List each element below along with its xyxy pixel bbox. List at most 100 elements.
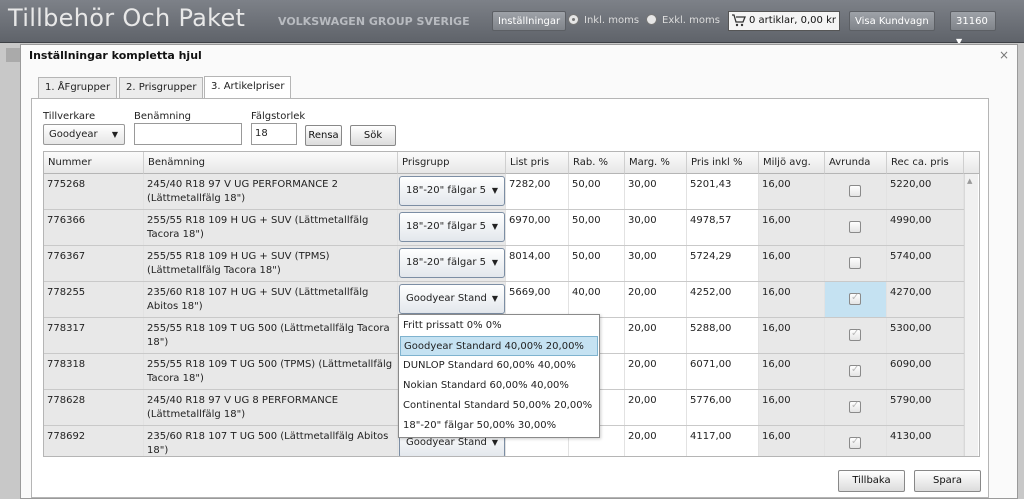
cell-name: 255/55 R18 109 H UG + SUV (Lättmetallfäl… — [144, 210, 398, 245]
app-header: Tillbehör Och Paket VOLKSWAGEN GROUP SVE… — [0, 0, 1024, 46]
col-header-discount[interactable]: Rab. % — [569, 152, 625, 174]
rim-size-input[interactable]: 18 — [251, 123, 297, 145]
clear-button[interactable]: Rensa — [305, 125, 342, 146]
col-header-list-price[interactable]: List pris — [506, 152, 569, 174]
cell-name: 245/40 R18 97 V UG PERFORMANCE 2 (Lättme… — [144, 174, 398, 209]
back-button[interactable]: Tillbaka — [838, 470, 905, 492]
col-header-rounding[interactable]: Avrunda — [825, 152, 887, 174]
cell-name: 245/40 R18 97 V UG 8 PERFORMANCE (Lättme… — [144, 390, 398, 425]
table-row[interactable]: 778255 235/60 R18 107 H UG + SUV (Lättmet… — [44, 282, 964, 318]
cell-margin: 20,00 — [625, 426, 687, 456]
cell-price-group[interactable]: 18"-20" fälgar 5 ▼ — [398, 174, 506, 209]
grid-scrollbar[interactable]: ▲ — [964, 174, 978, 456]
cell-price-incl: 4117,00 — [687, 426, 759, 456]
cell-price-incl: 5201,43 — [687, 174, 759, 209]
dropdown-option[interactable]: Goodyear Standard 40,00% 20,00% — [400, 336, 598, 356]
rounding-checkbox[interactable] — [849, 327, 861, 341]
cell-price-group[interactable]: 18"-20" fälgar 5 ▼ — [398, 246, 506, 281]
incl-vat-label: Inkl. moms — [584, 15, 640, 26]
cell-rounding[interactable] — [825, 174, 887, 209]
rounding-checkbox[interactable] — [849, 221, 861, 233]
dropdown-option[interactable]: Fritt prissatt 0% 0% — [400, 316, 598, 336]
cell-rounding[interactable] — [825, 354, 887, 389]
scroll-up-icon[interactable]: ▲ — [967, 177, 972, 185]
col-header-number[interactable]: Nummer — [44, 152, 144, 174]
col-header-margin[interactable]: Marg. % — [625, 152, 687, 174]
cell-rounding[interactable] — [825, 318, 887, 353]
rounding-checkbox[interactable] — [849, 363, 861, 377]
show-cart-button[interactable]: Visa Kundvagn — [849, 11, 935, 31]
cell-env-fee: 16,00 — [759, 354, 825, 389]
tab-price-groups[interactable]: 2. Prisgrupper — [119, 77, 204, 98]
cell-margin: 30,00 — [625, 246, 687, 281]
tab-article-prices[interactable]: 3. Artikelpriser — [204, 76, 292, 98]
cell-rounding[interactable] — [825, 246, 887, 281]
cell-margin: 30,00 — [625, 174, 687, 209]
rounding-checkbox[interactable] — [849, 185, 861, 197]
save-button[interactable]: Spara — [914, 470, 981, 492]
cell-discount: 50,00 — [569, 174, 625, 209]
col-header-rec-price[interactable]: Rec ca. pris — [887, 152, 964, 174]
cell-number: 776366 — [44, 210, 144, 245]
col-header-name[interactable]: Benämning — [144, 152, 398, 174]
dealer-select[interactable]: 31160 ▼ — [950, 11, 996, 46]
table-row[interactable]: 776367 255/55 R18 109 H UG + SUV (TPMS) (… — [44, 246, 964, 282]
dropdown-option[interactable]: Continental Standard 50,00% 20,00% — [400, 396, 598, 416]
dropdown-option[interactable]: Nokian Standard 60,00% 40,00% — [400, 376, 598, 396]
cell-discount: 40,00 — [569, 282, 625, 317]
cell-rounding[interactable] — [825, 282, 887, 317]
table-row[interactable]: 775268 245/40 R18 97 V UG PERFORMANCE 2 (… — [44, 174, 964, 210]
price-group-select[interactable]: 18"-20" fälgar 5 ▼ — [399, 248, 505, 278]
close-icon[interactable]: × — [999, 48, 1009, 62]
rounding-checkbox[interactable] — [849, 435, 861, 449]
dropdown-option[interactable]: DUNLOP Standard 60,00% 40,00% — [400, 356, 598, 376]
price-group-select[interactable]: 18"-20" fälgar 5 ▼ — [399, 212, 505, 242]
cell-number: 775268 — [44, 174, 144, 209]
excl-vat-radio[interactable] — [646, 14, 657, 25]
cell-margin: 30,00 — [625, 210, 687, 245]
cart-summary[interactable]: 0 artiklar, 0,00 kr — [728, 11, 840, 31]
rounding-checkbox[interactable] — [849, 291, 861, 305]
chevron-down-icon: ▼ — [491, 186, 498, 195]
manufacturer-label: Tillverkare — [43, 111, 96, 122]
cell-price-incl: 5724,29 — [687, 246, 759, 281]
price-group-value: Goodyear Stand — [406, 293, 487, 304]
cell-price-group[interactable]: 18"-20" fälgar 5 ▼ — [398, 210, 506, 245]
chevron-down-icon: ▼ — [491, 258, 498, 267]
cell-price-incl: 4978,57 — [687, 210, 759, 245]
manufacturer-value: Goodyear — [49, 129, 98, 140]
cell-discount: 50,00 — [569, 246, 625, 281]
cell-rounding[interactable] — [825, 210, 887, 245]
dialog-title: Inställningar kompletta hjul — [29, 49, 202, 62]
dropdown-option[interactable]: 18"-20" fälgar 50,00% 30,00% — [400, 416, 598, 436]
price-group-value: Goodyear Stand — [406, 437, 487, 448]
cell-price-incl: 5288,00 — [687, 318, 759, 353]
cell-list-price: 8014,00 — [506, 246, 569, 281]
cell-price-group[interactable]: Goodyear Stand ▼ — [398, 282, 506, 317]
manufacturer-select[interactable]: Goodyear ▼ — [43, 124, 125, 145]
price-group-dropdown-list: Fritt prissatt 0% 0% Goodyear Standard 40… — [398, 314, 600, 438]
cell-rounding[interactable] — [825, 426, 887, 456]
table-row[interactable]: 776366 255/55 R18 109 H UG + SUV (Lättmet… — [44, 210, 964, 246]
cell-number: 778318 — [44, 354, 144, 389]
rounding-checkbox[interactable] — [849, 257, 861, 269]
cell-rounding[interactable] — [825, 390, 887, 425]
incl-vat-radio[interactable] — [568, 14, 579, 25]
cell-name: 255/55 R18 109 T UG 500 (TPMS) (Lättmeta… — [144, 354, 398, 389]
cell-price-incl: 4252,00 — [687, 282, 759, 317]
col-header-env-fee[interactable]: Miljö avg. — [759, 152, 825, 174]
col-header-price-group[interactable]: Prisgrupp — [398, 152, 506, 174]
cell-margin: 20,00 — [625, 390, 687, 425]
cell-name: 235/60 R18 107 T UG 500 (Lättmetallfälg … — [144, 426, 398, 456]
rounding-checkbox[interactable] — [849, 399, 861, 413]
search-button[interactable]: Sök — [350, 125, 396, 146]
tab-af-groups[interactable]: 1. ÅFgrupper — [38, 77, 118, 98]
settings-button[interactable]: Inställningar — [492, 11, 567, 31]
app-title: Tillbehör Och Paket — [8, 4, 246, 32]
col-header-price-incl[interactable]: Pris inkl % — [687, 152, 759, 174]
cell-margin: 20,00 — [625, 282, 687, 317]
price-group-select[interactable]: Goodyear Stand ▼ — [399, 284, 505, 314]
cell-price-incl: 5776,00 — [687, 390, 759, 425]
price-group-select[interactable]: 18"-20" fälgar 5 ▼ — [399, 176, 505, 206]
name-input[interactable] — [134, 123, 242, 145]
